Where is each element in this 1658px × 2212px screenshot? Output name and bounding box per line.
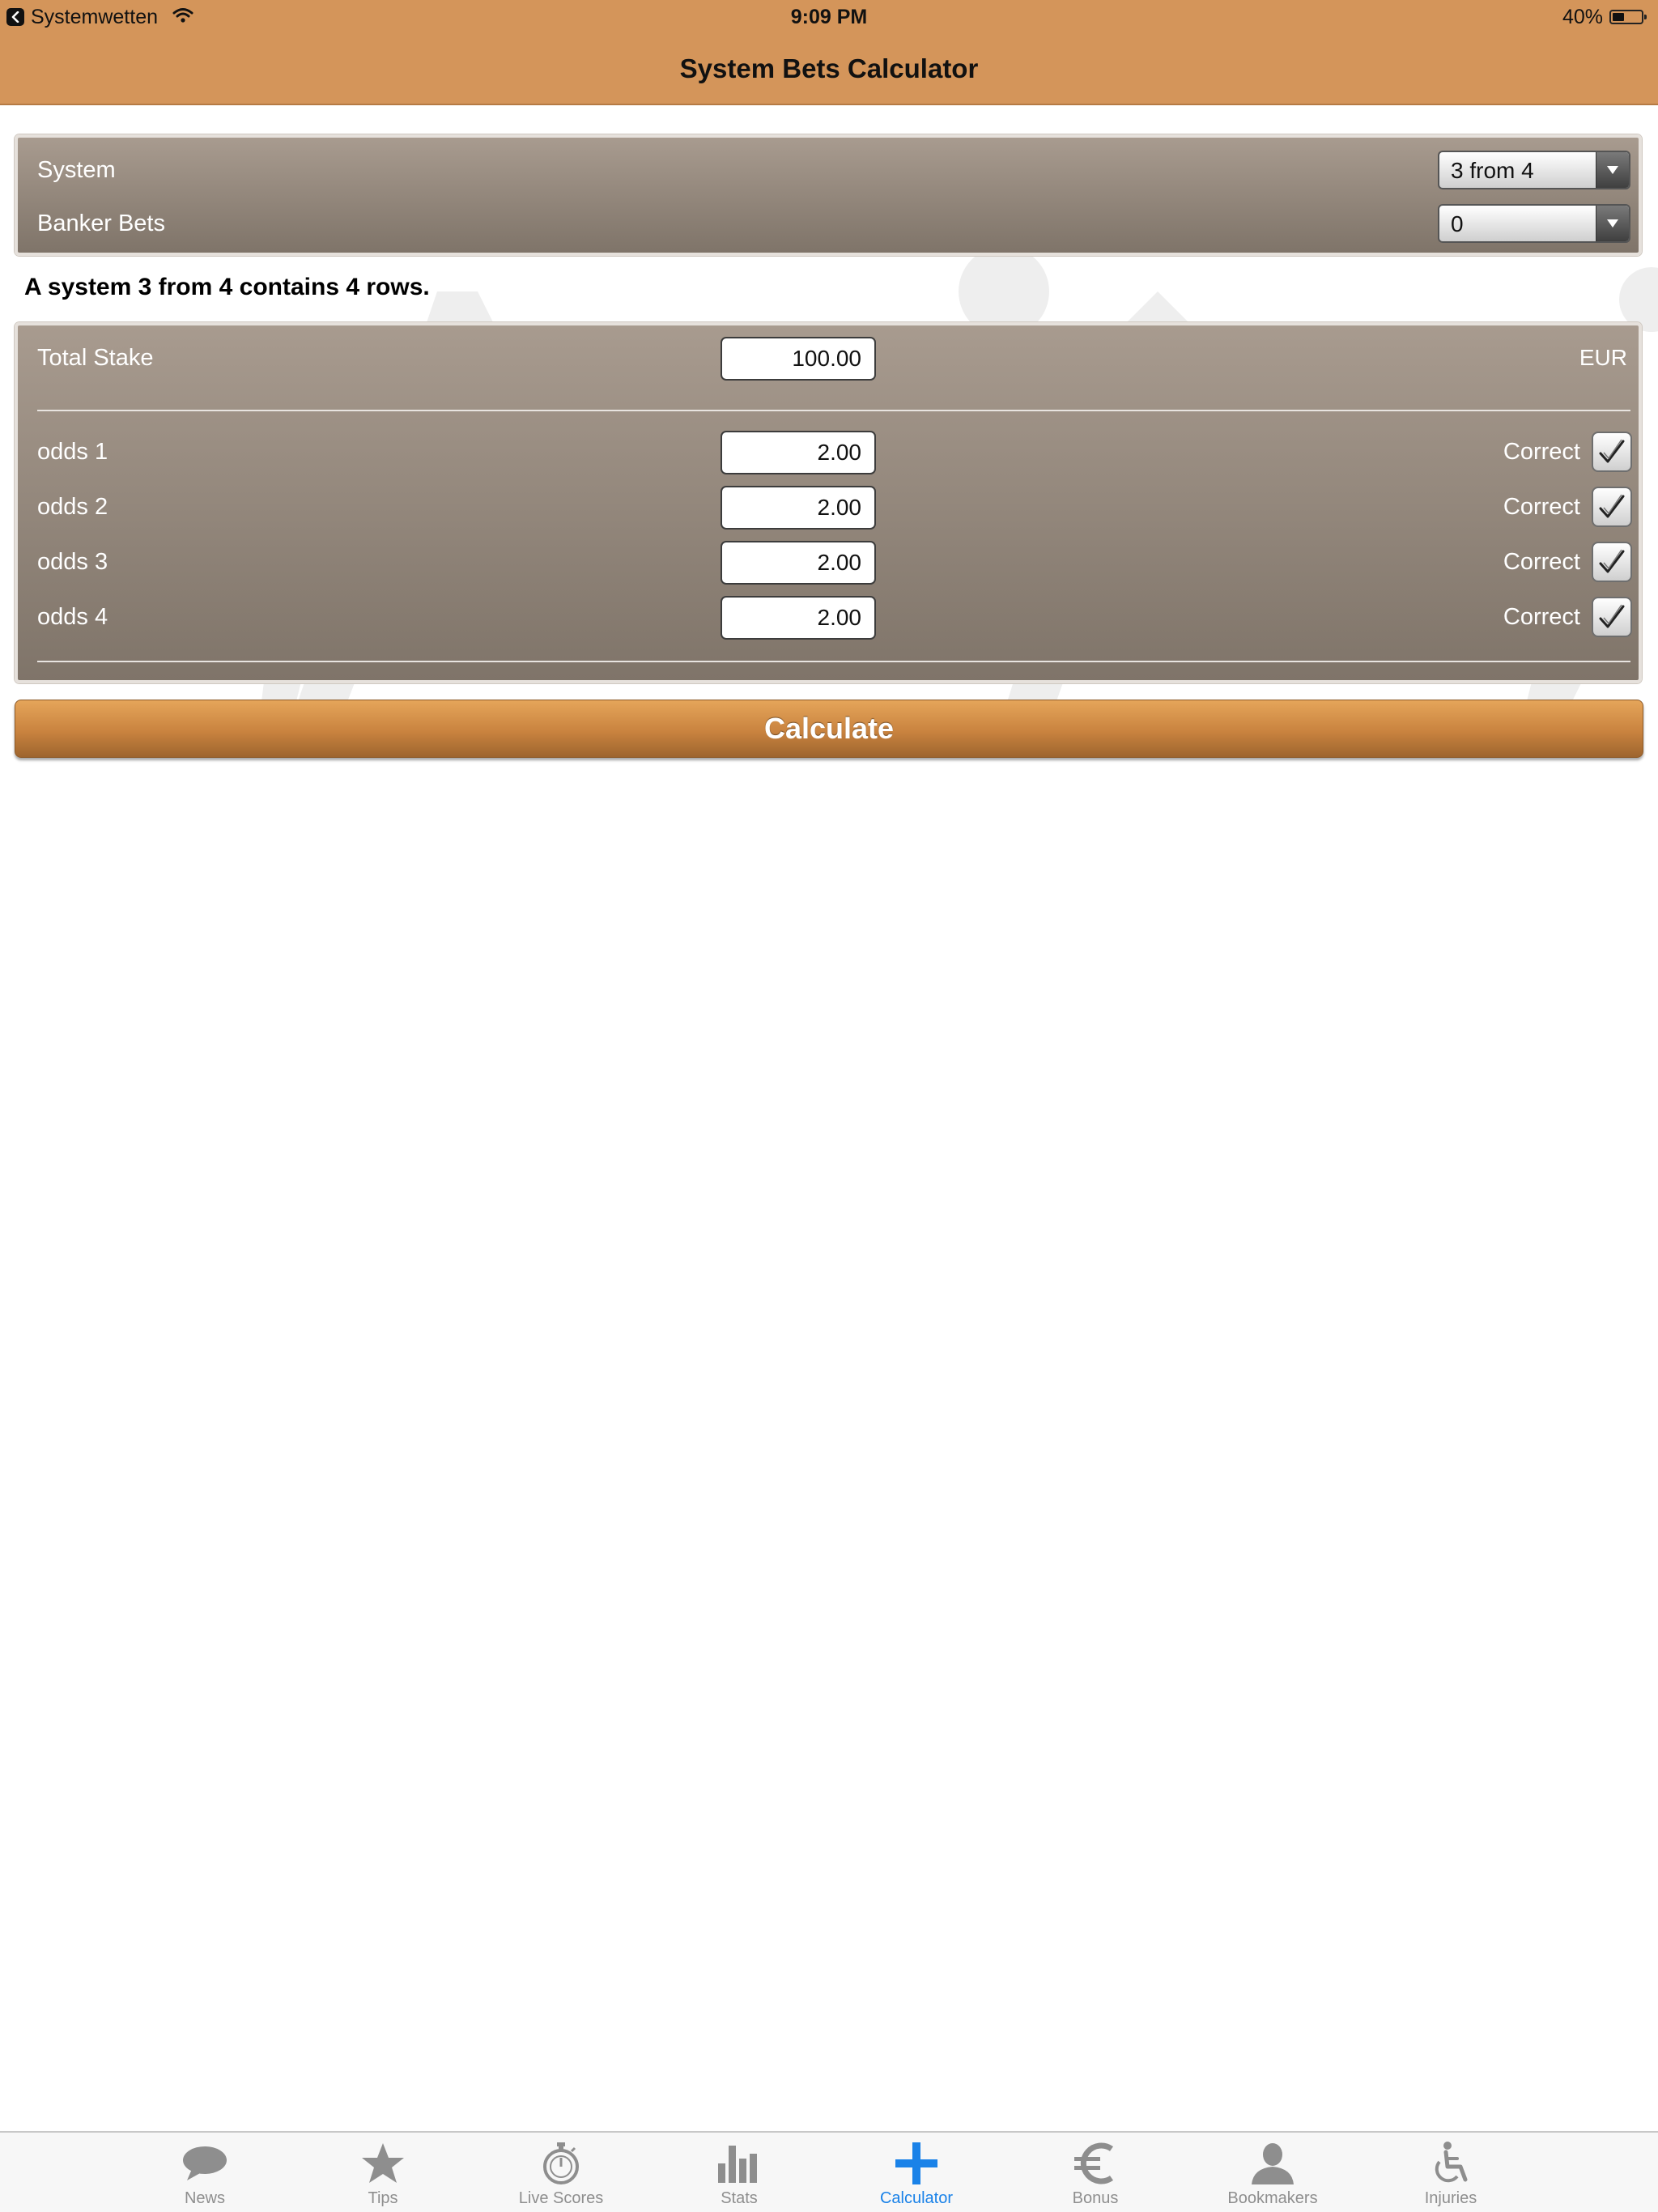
- system-row: System 3 from 4: [18, 147, 1639, 193]
- tab-stats[interactable]: Stats: [650, 2133, 828, 2212]
- correct-label: Correct: [1503, 494, 1580, 520]
- tab-live-scores[interactable]: Live Scores: [472, 2133, 650, 2212]
- wheelchair-icon: [1426, 2139, 1475, 2188]
- checkmark-icon: [1599, 604, 1625, 628]
- dropdown-arrow-icon[interactable]: [1596, 152, 1629, 188]
- divider: [37, 661, 1630, 662]
- status-bar-right: 40%: [1562, 3, 1647, 31]
- odds-input[interactable]: [721, 431, 876, 474]
- star-icon: [359, 2139, 407, 2188]
- tab-label: Injuries: [1424, 2189, 1477, 2207]
- tab-bonus[interactable]: Bonus: [1006, 2133, 1184, 2212]
- banker-select-value: 0: [1451, 211, 1464, 236]
- system-summary: A system 3 from 4 contains 4 rows.: [24, 274, 430, 300]
- correct-label: Correct: [1503, 604, 1580, 630]
- stake-row: Total Stake EUR: [18, 335, 1639, 381]
- odds-input[interactable]: [721, 596, 876, 640]
- tab-bar: News Tips Live Scores Stats Calculator B…: [0, 2131, 1658, 2212]
- stake-label: Total Stake: [37, 345, 154, 371]
- checkmark-icon: [1599, 549, 1625, 573]
- dropdown-arrow-icon[interactable]: [1596, 206, 1629, 241]
- banker-label: Banker Bets: [37, 211, 165, 236]
- odds-row: odds 3 Correct: [18, 539, 1639, 585]
- calculate-button[interactable]: Calculate: [15, 700, 1643, 758]
- system-select[interactable]: 3 from 4: [1438, 151, 1630, 189]
- checkbox[interactable]: [1592, 487, 1632, 527]
- tab-label: News: [184, 2189, 225, 2207]
- checkmark-icon: [1599, 439, 1625, 463]
- stopwatch-icon: [537, 2139, 585, 2188]
- system-label: System: [37, 157, 116, 183]
- tab-injuries[interactable]: Injuries: [1362, 2133, 1540, 2212]
- tab-label: Live Scores: [518, 2189, 604, 2207]
- speech-bubble-icon: [181, 2139, 229, 2188]
- banker-select[interactable]: 0: [1438, 204, 1630, 243]
- odds-input[interactable]: [721, 541, 876, 585]
- odds-label: odds 4: [37, 604, 108, 630]
- system-panel: System 3 from 4 Banker Bets 0: [15, 134, 1642, 256]
- currency-label: EUR: [1579, 345, 1627, 370]
- status-time: 9:09 PM: [790, 6, 868, 28]
- tab-news[interactable]: News: [116, 2133, 294, 2212]
- tab-calculator[interactable]: Calculator: [827, 2133, 1005, 2212]
- tab-label: Calculator: [879, 2189, 954, 2207]
- top-bar: Systemwetten 9:09 PM 40% System Bets Cal…: [0, 0, 1658, 105]
- plus-icon: [892, 2139, 941, 2188]
- person-icon: [1248, 2139, 1297, 2188]
- checkbox[interactable]: [1592, 597, 1632, 637]
- battery-percent: 40%: [1562, 5, 1603, 28]
- euro-icon: [1071, 2139, 1120, 2188]
- odds-row: odds 1 Correct: [18, 429, 1639, 474]
- odds-row: odds 2 Correct: [18, 484, 1639, 530]
- bar-chart-icon: [715, 2139, 763, 2188]
- tab-label: Stats: [721, 2189, 758, 2207]
- banker-row: Banker Bets 0: [18, 201, 1639, 246]
- odds-row: odds 4 Correct: [18, 594, 1639, 640]
- checkbox[interactable]: [1592, 542, 1632, 582]
- odds-label: odds 2: [37, 494, 108, 520]
- correct-label: Correct: [1503, 439, 1580, 465]
- tab-label: Bookmakers: [1227, 2189, 1318, 2207]
- odds-label: odds 3: [37, 549, 108, 575]
- tab-label: Bonus: [1072, 2189, 1119, 2207]
- battery-fill: [1613, 13, 1624, 21]
- odds-input[interactable]: [721, 486, 876, 530]
- checkmark-icon: [1599, 494, 1625, 518]
- checkbox[interactable]: [1592, 432, 1632, 472]
- correct-label: Correct: [1503, 549, 1580, 575]
- tab-label: Tips: [368, 2189, 398, 2207]
- odds-label: odds 1: [37, 439, 108, 465]
- tab-tips[interactable]: Tips: [294, 2133, 472, 2212]
- stake-input[interactable]: [721, 337, 876, 381]
- tab-bookmakers[interactable]: Bookmakers: [1184, 2133, 1362, 2212]
- battery-icon: [1609, 10, 1647, 24]
- page-title: System Bets Calculator: [679, 53, 979, 83]
- odds-panel: Total Stake EUR odds 1 Correct odds 2 Co…: [15, 322, 1642, 683]
- divider: [37, 410, 1630, 411]
- system-select-value: 3 from 4: [1451, 158, 1534, 183]
